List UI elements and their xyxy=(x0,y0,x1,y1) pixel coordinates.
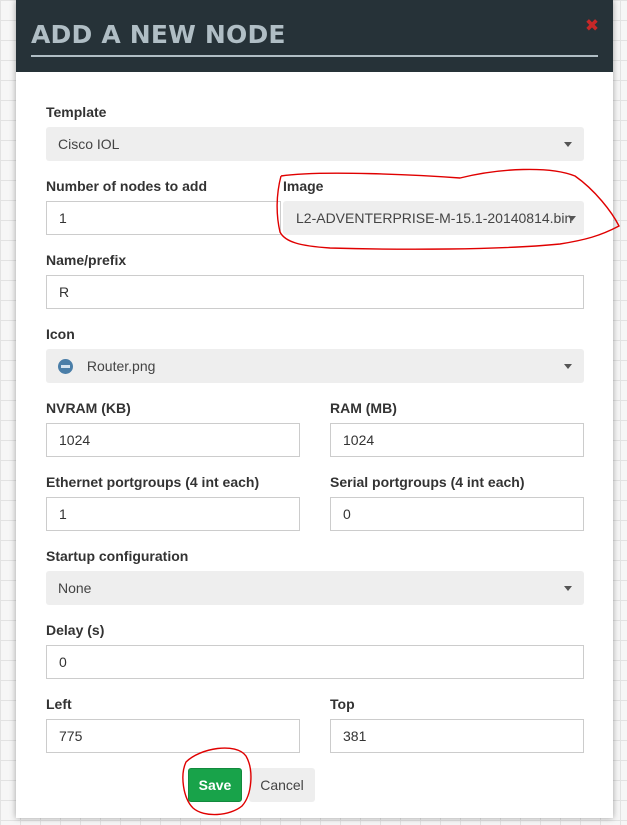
save-button[interactable]: Save xyxy=(188,768,242,802)
template-label: Template xyxy=(46,104,107,120)
serial-input[interactable] xyxy=(330,497,584,531)
add-node-dialog: ADD A NEW NODE ✖ Template Cisco IOL Numb… xyxy=(16,0,613,818)
title-underline xyxy=(31,55,598,57)
image-label: Image xyxy=(283,178,324,194)
icon-select-value: Router.png xyxy=(86,358,156,374)
template-select-value: Cisco IOL xyxy=(58,136,120,152)
chevron-down-icon xyxy=(568,216,576,221)
name-prefix-label: Name/prefix xyxy=(46,252,127,268)
router-icon xyxy=(58,358,73,374)
image-select-value: L2-ADVENTERPRISE-M-15.1-20140814.bin xyxy=(296,210,573,226)
name-prefix-input[interactable] xyxy=(46,275,584,309)
template-select[interactable]: Cisco IOL xyxy=(46,127,584,161)
delay-label: Delay (s) xyxy=(46,622,105,638)
cancel-button[interactable]: Cancel xyxy=(249,768,315,802)
left-label: Left xyxy=(46,696,72,712)
left-input[interactable] xyxy=(46,719,300,753)
delay-input[interactable] xyxy=(46,645,584,679)
icon-select[interactable]: Router.png xyxy=(46,349,584,383)
top-label: Top xyxy=(330,696,355,712)
image-select[interactable]: L2-ADVENTERPRISE-M-15.1-20140814.bin xyxy=(283,201,584,235)
ethernet-input[interactable] xyxy=(46,497,300,531)
chevron-down-icon xyxy=(564,142,572,147)
ram-input[interactable] xyxy=(330,423,584,457)
ethernet-label: Ethernet portgroups (4 int each) xyxy=(46,474,260,490)
nvram-label: NVRAM (KB) xyxy=(46,400,131,416)
top-input[interactable] xyxy=(330,719,584,753)
serial-label: Serial portgroups (4 int each) xyxy=(330,474,525,490)
startup-config-select[interactable]: None xyxy=(46,571,584,605)
dialog-title: ADD A NEW NODE xyxy=(31,20,286,49)
dialog-header: ADD A NEW NODE ✖ xyxy=(16,0,613,72)
icon-label: Icon xyxy=(46,326,75,342)
node-count-label: Number of nodes to add xyxy=(46,178,207,194)
startup-config-label: Startup configuration xyxy=(46,548,189,564)
startup-config-value: None xyxy=(58,580,92,596)
node-count-input[interactable] xyxy=(46,201,281,235)
ram-label: RAM (MB) xyxy=(330,400,397,416)
nvram-input[interactable] xyxy=(46,423,300,457)
chevron-down-icon xyxy=(564,586,572,591)
chevron-down-icon xyxy=(564,364,572,369)
close-icon[interactable]: ✖ xyxy=(582,16,602,36)
